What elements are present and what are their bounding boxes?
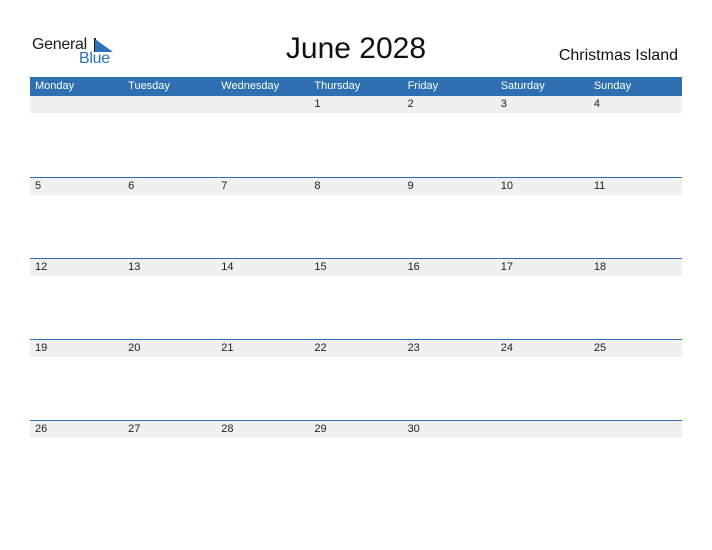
day-cell: 3	[500, 98, 507, 110]
day-cell: 30	[407, 423, 420, 435]
day-cell: 1	[314, 98, 321, 110]
date-strip: 5 6 7 8 9 10 11	[30, 178, 682, 195]
day-cell	[123, 96, 216, 113]
day-cell: 2	[407, 98, 414, 110]
day-cell: 11	[593, 180, 606, 192]
day-cell: 5	[35, 180, 42, 192]
day-cell: 6	[128, 180, 135, 192]
day-cell: 16	[407, 261, 420, 273]
day-cell: 18	[593, 261, 607, 273]
day-cell: 27	[128, 423, 141, 435]
day-cell: 20	[128, 342, 141, 354]
day-cell: 13	[128, 261, 141, 273]
weekday-monday: Monday	[35, 80, 75, 92]
day-cell: 24	[500, 342, 513, 354]
day-cell: 19	[35, 342, 48, 354]
day-cell: 17	[500, 261, 513, 273]
day-cell	[30, 96, 123, 113]
weekday-thursday: Thursday	[314, 80, 361, 92]
day-cell: 21	[221, 342, 234, 354]
day-cell	[589, 421, 682, 438]
date-strip: 1 2 3 4	[30, 96, 682, 113]
day-cell: 8	[314, 180, 321, 192]
day-cell: 4	[593, 98, 600, 110]
weekday-sunday: Sunday	[593, 80, 632, 92]
day-cell: 15	[314, 261, 327, 273]
day-cell: 29	[314, 423, 327, 435]
day-cell: 23	[407, 342, 420, 354]
day-cell: 28	[221, 423, 234, 435]
day-cell: 25	[593, 342, 607, 354]
day-cell: 12	[35, 261, 48, 273]
day-cell: 9	[407, 180, 414, 192]
day-cell	[216, 96, 309, 113]
day-cell: 7	[221, 180, 228, 192]
day-cell: 22	[314, 342, 327, 354]
day-cell: 10	[500, 180, 513, 192]
weekday-friday: Friday	[407, 80, 439, 92]
weekday-header: Monday Tuesday Wednesday Thursday Friday…	[30, 77, 682, 96]
day-cell	[496, 421, 589, 438]
country-label: Christmas Island	[558, 47, 678, 64]
day-cell: 26	[35, 423, 48, 435]
week-row: 19 20 21 22 23 24 25	[30, 339, 682, 420]
week-row: 12 13 14 15 16 17 18	[30, 258, 682, 339]
week-row: 26 27 28 29 30	[30, 420, 682, 501]
date-strip: 19 20 21 22 23 24 25	[30, 340, 682, 357]
calendar-grid: Monday Tuesday Wednesday Thursday Friday…	[30, 77, 682, 501]
date-strip: 12 13 14 15 16 17 18	[30, 259, 682, 276]
day-cell: 14	[221, 261, 234, 273]
weekday-saturday: Saturday	[500, 80, 545, 92]
weekday-wednesday: Wednesday	[221, 80, 280, 92]
weekday-tuesday: Tuesday	[128, 80, 170, 92]
date-strip: 26 27 28 29 30	[30, 421, 682, 438]
week-row: 5 6 7 8 9 10 11	[30, 177, 682, 258]
week-row: 1 2 3 4	[30, 96, 682, 177]
